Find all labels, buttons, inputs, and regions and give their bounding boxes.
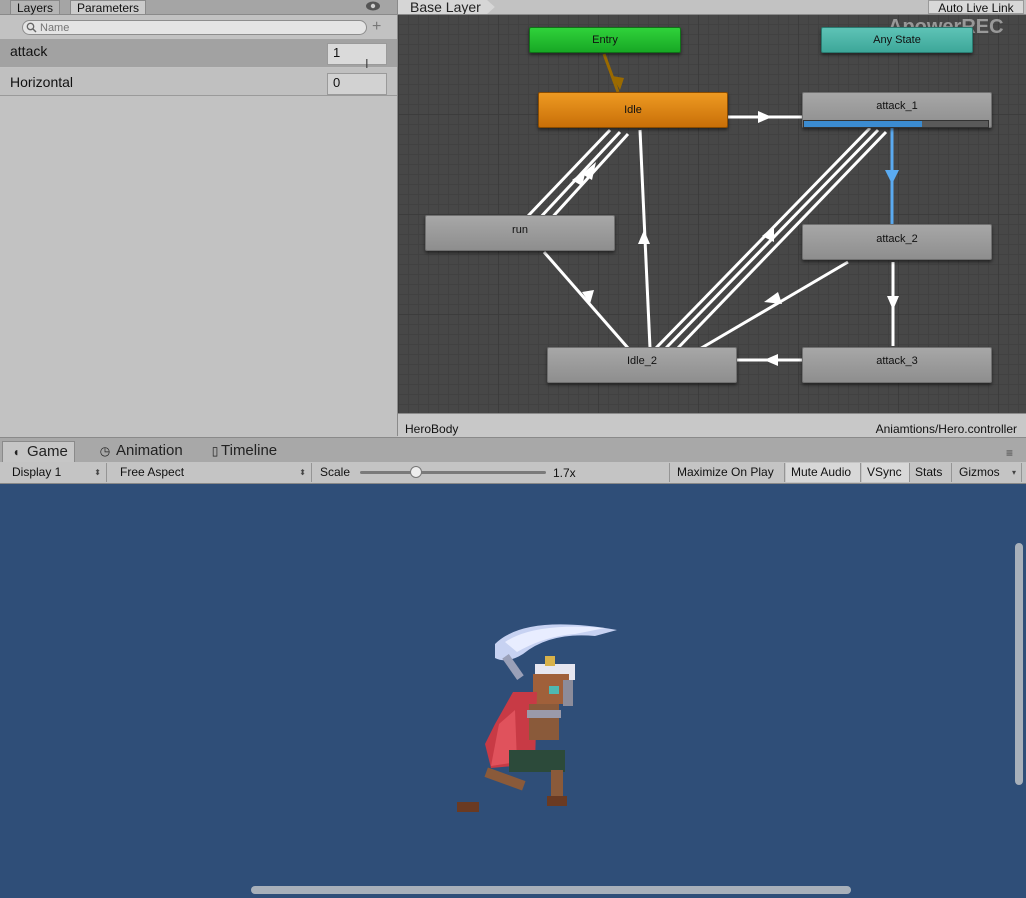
pants [509, 750, 565, 772]
maximize-on-play-button[interactable]: Maximize On Play [672, 463, 785, 482]
belt-strap [527, 710, 561, 718]
foot-right [547, 796, 567, 806]
tab-game[interactable]: ◖ Game [2, 441, 75, 462]
parameters-panel: Layers Parameters + attack 1 I Horizonta… [0, 0, 398, 436]
game-viewport[interactable] [0, 484, 1026, 898]
gizmos-dropdown[interactable]: Gizmos ▾ [954, 463, 1022, 482]
transition-arrow [638, 230, 650, 244]
parameter-row-attack[interactable]: attack 1 [0, 39, 397, 67]
stats-button[interactable]: Stats [910, 463, 952, 482]
eye-icon[interactable] [365, 0, 381, 12]
animator-graph-panel: Base Layer Auto Live Link ApowerREC [398, 0, 1026, 437]
transition-arrow [762, 226, 774, 242]
helmet-crest [545, 656, 555, 666]
tab-parameters[interactable]: Parameters [70, 0, 147, 15]
transition-idle2-run [542, 251, 630, 349]
display-label: Display 1 [12, 465, 62, 479]
state-idle[interactable]: Idle [538, 92, 728, 128]
updown-arrow-icon: ⬍ [299, 468, 306, 477]
tab-label: Animation [116, 442, 183, 459]
tab-label: Game [27, 443, 68, 460]
dropdown-arrow-icon: ▾ [1011, 468, 1016, 477]
gizmos-label: Gizmos [959, 465, 1000, 479]
display-dropdown[interactable]: Display 1 ⬍ [7, 463, 107, 482]
state-progress-fill [804, 121, 922, 127]
pacman-icon: ◖ [12, 445, 20, 459]
aspect-dropdown[interactable]: Free Aspect ⬍ [115, 463, 312, 482]
state-progress-bar [803, 120, 989, 128]
timeline-icon: ▯ [211, 444, 219, 458]
search-input[interactable] [30, 20, 360, 35]
mute-audio-button[interactable]: Mute Audio [786, 463, 861, 482]
transition-run-idle-c [546, 132, 630, 224]
vertical-scrollbar[interactable] [1015, 543, 1023, 785]
leg-right [551, 770, 563, 798]
parameter-name: attack [10, 43, 48, 59]
transition-arrow [885, 170, 899, 184]
clock-icon: ◷ [99, 444, 111, 458]
parameter-value-field[interactable]: 1 [327, 43, 387, 65]
controller-path-label: Aniamtions/Hero.controller [875, 422, 1017, 436]
tab-timeline[interactable]: ▯ Timeline [204, 441, 283, 461]
tab-layers[interactable]: Layers [10, 0, 61, 15]
selected-object-label: HeroBody [405, 422, 459, 436]
parameter-row-horizontal[interactable]: Horizontal 0 [0, 68, 397, 96]
vsync-button[interactable]: VSync [862, 463, 910, 482]
updown-arrow-icon: ⬍ [94, 468, 101, 477]
scale-label: Scale [320, 465, 351, 479]
transition-attack2-idle2 [697, 260, 849, 352]
eye [549, 686, 559, 694]
transition-arrow [758, 111, 772, 123]
foot-left [457, 802, 479, 812]
scale-value: 1.7x [553, 466, 576, 480]
armor-plate [563, 680, 573, 706]
torso [529, 704, 559, 740]
aspect-label: Free Aspect [120, 465, 185, 479]
transition-entry-idle [602, 53, 620, 93]
state-attack-2[interactable]: attack_2 [802, 224, 992, 260]
tab-animation[interactable]: ◷ Animation [92, 441, 189, 461]
state-entry[interactable]: Entry [529, 27, 681, 53]
state-idle-2[interactable]: Idle_2 [547, 347, 737, 383]
horizontal-scrollbar[interactable] [251, 886, 851, 894]
scale-slider-track[interactable] [360, 471, 546, 474]
scale-slider-handle[interactable] [409, 466, 422, 478]
parameter-value-field[interactable]: 0 [327, 73, 387, 95]
hero-sprite [457, 624, 617, 812]
parameter-name: Horizontal [10, 74, 74, 90]
transition-arrow [764, 292, 782, 304]
state-run[interactable]: run [425, 215, 615, 251]
transition-arrow [764, 354, 778, 366]
panel-menu-icon[interactable]: ≡ [1006, 446, 1013, 460]
transition-arrow [887, 296, 899, 310]
state-any-state[interactable]: Any State [821, 27, 973, 53]
add-parameter-icon[interactable]: + [372, 19, 381, 35]
state-attack-3[interactable]: attack_3 [802, 347, 992, 383]
transition-run-idle [526, 128, 612, 218]
tab-label: Timeline [221, 442, 278, 459]
